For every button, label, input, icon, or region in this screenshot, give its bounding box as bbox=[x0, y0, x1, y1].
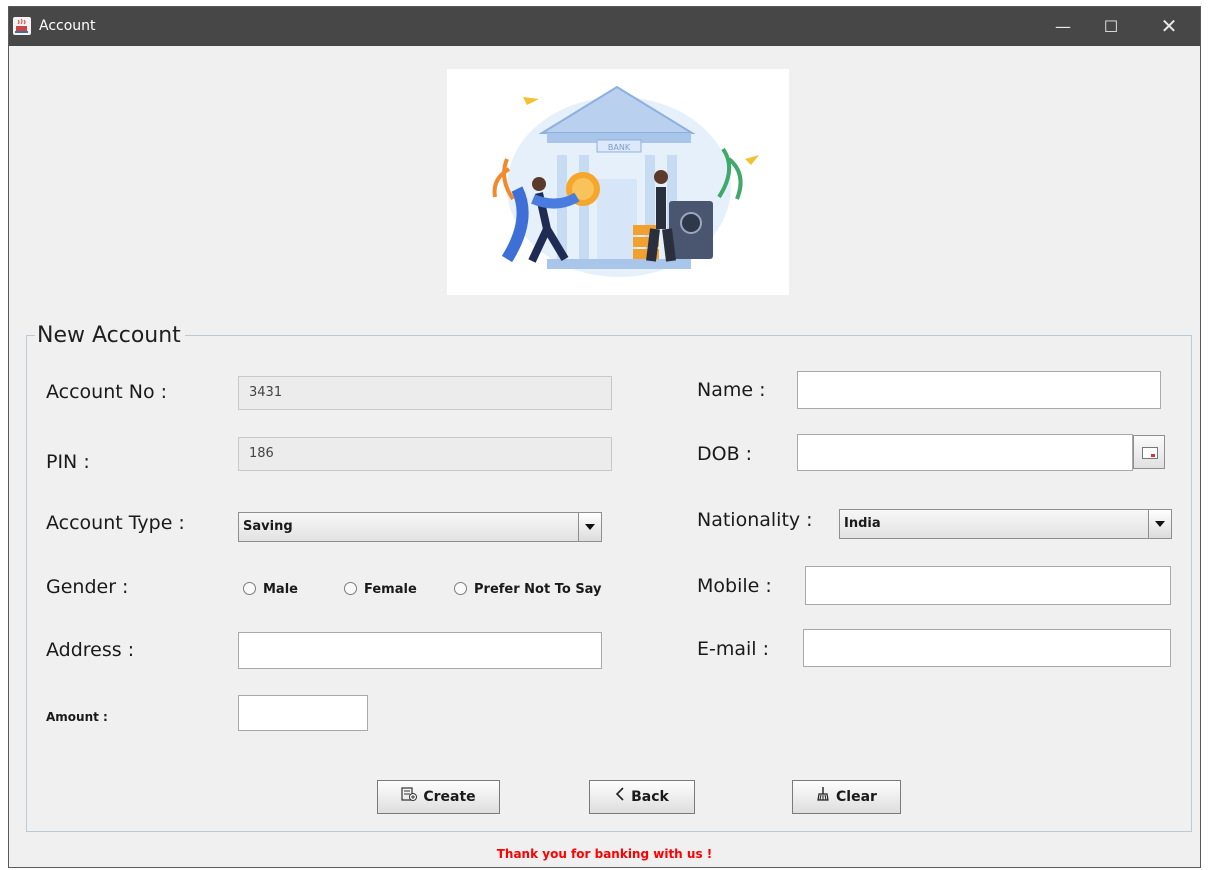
chevron-down-icon[interactable] bbox=[1148, 510, 1171, 538]
chevron-down-icon[interactable] bbox=[578, 513, 601, 541]
group-title: New Account bbox=[35, 323, 185, 348]
back-button-label: Back bbox=[631, 789, 669, 805]
nationality-value: India bbox=[844, 516, 881, 531]
address-field[interactable] bbox=[238, 632, 602, 669]
bank-illustration: BANK bbox=[447, 69, 789, 295]
account-type-value: Saving bbox=[243, 519, 293, 534]
account-window: Account — ☐ ✕ BANK New Account Account N… bbox=[8, 6, 1201, 868]
calendar-icon bbox=[1142, 447, 1158, 459]
create-account-icon bbox=[401, 781, 418, 813]
amount-label: Amount : bbox=[46, 710, 108, 724]
footer-message: Thank you for banking with us ! bbox=[496, 847, 713, 861]
clear-button[interactable]: Clear bbox=[792, 780, 901, 814]
dob-field[interactable] bbox=[797, 434, 1133, 471]
broom-icon bbox=[816, 781, 830, 813]
title-bar: Account — ☐ ✕ bbox=[9, 7, 1200, 46]
close-button[interactable]: ✕ bbox=[1146, 7, 1192, 46]
back-button[interactable]: Back bbox=[589, 780, 695, 814]
address-label: Address : bbox=[46, 639, 135, 661]
maximize-button[interactable]: ☐ bbox=[1088, 7, 1134, 46]
name-label: Name : bbox=[697, 379, 766, 401]
gender-option-label: Prefer Not To Say bbox=[474, 582, 602, 597]
window-title: Account bbox=[39, 18, 96, 34]
chevron-left-icon bbox=[615, 781, 625, 813]
clear-button-label: Clear bbox=[836, 789, 877, 805]
nationality-dropdown[interactable]: India bbox=[839, 509, 1172, 539]
java-app-icon bbox=[13, 17, 31, 35]
calendar-button[interactable] bbox=[1133, 435, 1165, 469]
account-type-label: Account Type : bbox=[46, 512, 185, 534]
mobile-label: Mobile : bbox=[697, 575, 772, 597]
dob-label: DOB : bbox=[697, 443, 753, 465]
pin-field: 186 bbox=[238, 437, 612, 471]
account-no-field: 3431 bbox=[238, 376, 612, 410]
radio-circle-icon bbox=[243, 582, 256, 595]
amount-field[interactable] bbox=[238, 695, 368, 731]
minimize-button[interactable]: — bbox=[1040, 7, 1086, 46]
radio-circle-icon bbox=[344, 582, 357, 595]
bank-sign-text: BANK bbox=[608, 143, 631, 152]
create-button[interactable]: Create bbox=[377, 780, 500, 814]
gender-radio-female[interactable]: Female bbox=[344, 580, 417, 600]
mobile-field[interactable] bbox=[805, 566, 1171, 605]
gender-option-label: Female bbox=[364, 582, 417, 597]
nationality-label: Nationality : bbox=[697, 509, 813, 531]
email-label: E-mail : bbox=[697, 638, 770, 660]
create-button-label: Create bbox=[423, 789, 476, 805]
gender-radio-male[interactable]: Male bbox=[243, 580, 298, 600]
account-no-label: Account No : bbox=[46, 381, 168, 403]
email-field[interactable] bbox=[803, 629, 1171, 667]
gender-radio-prefer-not-to-say[interactable]: Prefer Not To Say bbox=[454, 580, 602, 600]
account-type-dropdown[interactable]: Saving bbox=[238, 512, 602, 542]
gender-label: Gender : bbox=[46, 576, 129, 598]
gender-option-label: Male bbox=[263, 582, 298, 597]
pin-label: PIN : bbox=[46, 451, 90, 473]
radio-circle-icon bbox=[454, 582, 467, 595]
name-field[interactable] bbox=[797, 371, 1161, 409]
